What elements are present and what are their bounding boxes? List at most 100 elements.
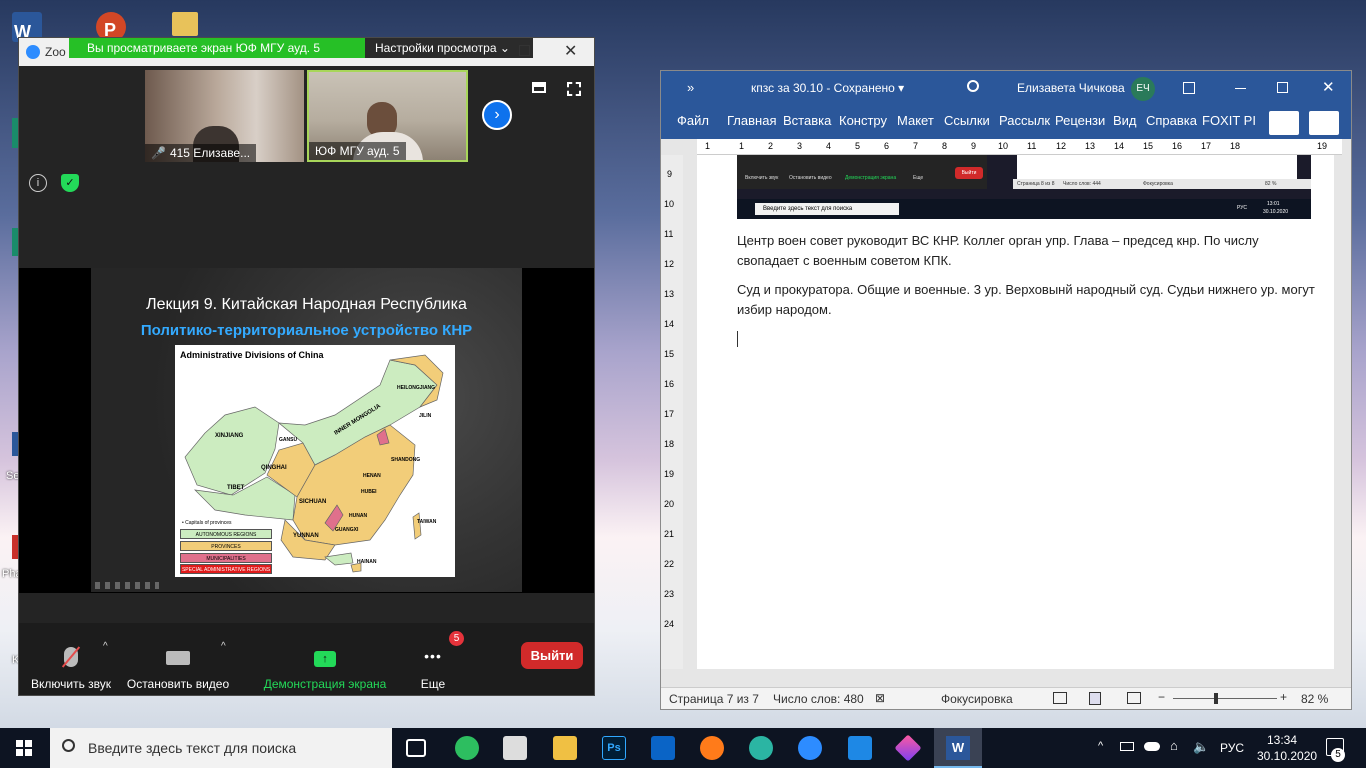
- embedded-btn-more: Еще: [913, 175, 924, 181]
- zoom-out-icon[interactable]: −: [1158, 690, 1165, 704]
- hruler-label-3: 3: [797, 141, 803, 151]
- fullscreen-icon[interactable]: [567, 82, 581, 96]
- edge-icon[interactable]: [749, 736, 773, 760]
- focus-mode[interactable]: Фокусировка: [941, 692, 1013, 706]
- search-icon[interactable]: [967, 80, 979, 92]
- tray-chevron-icon[interactable]: ^: [1098, 740, 1103, 752]
- tab-help[interactable]: Справка: [1146, 113, 1197, 128]
- more-button[interactable]: ••• Еще: [415, 647, 451, 691]
- embedded-zoom: 82 %: [1265, 181, 1277, 187]
- map-label-yunnan: YUNNAN: [293, 533, 319, 539]
- evernote-icon[interactable]: [455, 736, 479, 760]
- slide-subtitle: Политико-территориальное устройство КНР: [140, 322, 473, 339]
- document-page[interactable]: Включить звук Остановить видео Демонстра…: [697, 155, 1334, 669]
- task-view-icon[interactable]: [406, 739, 426, 757]
- network-icon[interactable]: ⌂: [1170, 738, 1178, 753]
- taskbar-search-text: Введите здесь текст для поиска: [88, 740, 297, 756]
- cloud-icon[interactable]: [1144, 742, 1160, 751]
- stop-video-button[interactable]: Остановить видео: [125, 647, 231, 691]
- layout-icon[interactable]: [532, 82, 546, 93]
- close-icon[interactable]: ✕: [564, 41, 577, 61]
- language-indicator[interactable]: РУС: [1220, 741, 1244, 755]
- comments-icon[interactable]: [1309, 111, 1339, 135]
- gem-app-icon[interactable]: [894, 734, 922, 762]
- zoom-slider[interactable]: [1173, 698, 1277, 699]
- maximize-icon[interactable]: [519, 45, 530, 56]
- firefox-icon[interactable]: [700, 736, 724, 760]
- ribbon-display-icon[interactable]: [1183, 82, 1195, 94]
- word-taskbar-button[interactable]: W: [934, 728, 982, 768]
- start-button[interactable]: [16, 740, 32, 756]
- tab-view[interactable]: Вид: [1113, 113, 1137, 128]
- share-screen-button[interactable]: ↑ Демонстрация экрана: [261, 647, 389, 691]
- participant-name-1-label: 415 Елизаве...: [169, 146, 251, 160]
- embedded-btn-video: Остановить видео: [789, 175, 832, 181]
- zoom-app-icon[interactable]: [798, 736, 822, 760]
- zoom-slider-thumb[interactable]: [1214, 693, 1218, 704]
- clock-time[interactable]: 13:34: [1267, 733, 1297, 747]
- tab-design[interactable]: Констру: [839, 113, 887, 128]
- tab-layout[interactable]: Макет: [897, 113, 934, 128]
- zoom-in-icon[interactable]: +: [1280, 690, 1287, 704]
- security-shield-icon[interactable]: ✓: [61, 174, 79, 192]
- tab-home[interactable]: Главная: [727, 113, 776, 128]
- muted-mic-icon: 🎤: [151, 146, 166, 160]
- close-icon[interactable]: ✕: [1322, 78, 1335, 96]
- hruler-label-6: 6: [884, 141, 890, 151]
- proofing-icon[interactable]: ⊠: [875, 691, 885, 705]
- user-name[interactable]: Елизавета Чичкова: [1017, 81, 1125, 95]
- read-mode-icon[interactable]: [1053, 692, 1067, 704]
- quick-access-icon[interactable]: »: [687, 80, 694, 95]
- tab-insert[interactable]: Вставка: [783, 113, 831, 128]
- user-avatar[interactable]: ЕЧ: [1131, 77, 1155, 101]
- video-options-caret[interactable]: ^: [221, 641, 226, 652]
- store-icon[interactable]: [503, 736, 527, 760]
- embedded-word-count: Число слов: 444: [1063, 181, 1101, 187]
- word-status-bar: Страница 7 из 7 Число слов: 480 ⊠ Фокуси…: [661, 687, 1351, 709]
- page-count[interactable]: Страница 7 из 7: [669, 692, 759, 706]
- battery-icon[interactable]: [1120, 742, 1134, 751]
- slide-controls[interactable]: [95, 582, 159, 589]
- paragraph-1: Центр воен совет руководит ВС КНР. Колле…: [737, 233, 1259, 268]
- share-icon[interactable]: [1269, 111, 1299, 135]
- tab-file[interactable]: Файл: [677, 113, 709, 128]
- desktop-icon-folder[interactable]: [172, 12, 198, 36]
- info-icon[interactable]: i: [29, 174, 47, 192]
- map-label-heilongjiang: HEILONGJIANG: [397, 385, 436, 391]
- participant-name-2: ЮФ МГУ ауд. 5: [309, 142, 406, 160]
- next-participants-button[interactable]: ›: [482, 100, 512, 130]
- vertical-ruler[interactable]: 9 10 11 12 13 14 15 16 17 18 19 20 21 22…: [661, 155, 683, 669]
- view-settings-button[interactable]: Настройки просмотра ⌄: [365, 38, 533, 58]
- stop-video-label: Остановить видео: [126, 677, 230, 691]
- map-label-qinghai: QINGHAI: [261, 465, 287, 471]
- tab-foxit[interactable]: FOXIT PI: [1202, 113, 1256, 128]
- hruler-label-19: 19: [1317, 141, 1328, 151]
- audio-options-caret[interactable]: ^: [103, 641, 108, 652]
- leave-button[interactable]: Выйти: [521, 642, 583, 669]
- maximize-icon[interactable]: [1277, 82, 1288, 93]
- horizontal-ruler[interactable]: 1 1 2 3 4 5 6 7 8 9 10 11 12 13 14 15 16…: [697, 139, 1342, 155]
- unmute-button[interactable]: Включить звук: [29, 646, 113, 691]
- zoom-logo-icon: [26, 45, 40, 59]
- document-title[interactable]: кпзс за 30.10 - Сохранено ▾: [751, 81, 904, 95]
- taskbar-search[interactable]: Введите здесь текст для поиска: [50, 728, 392, 768]
- zoom-level[interactable]: 82 %: [1301, 692, 1328, 706]
- hruler-label-18: 18: [1230, 141, 1241, 151]
- clock-date[interactable]: 30.10.2020: [1257, 749, 1317, 763]
- tab-mailings[interactable]: Рассылк: [999, 113, 1050, 128]
- photoshop-icon[interactable]: Ps: [602, 736, 626, 760]
- participant-video-2[interactable]: ЮФ МГУ ауд. 5: [307, 70, 468, 162]
- minimize-icon[interactable]: [1235, 88, 1246, 89]
- notes-app-icon[interactable]: [848, 736, 872, 760]
- tab-references[interactable]: Ссылки: [944, 113, 990, 128]
- outlook-icon[interactable]: [651, 736, 675, 760]
- print-layout-icon[interactable]: [1089, 692, 1101, 705]
- volume-icon[interactable]: 🔈: [1193, 739, 1209, 755]
- web-layout-icon[interactable]: [1127, 692, 1141, 704]
- word-count[interactable]: Число слов: 480: [773, 692, 864, 706]
- file-explorer-icon[interactable]: [553, 736, 577, 760]
- embedded-screenshot: Включить звук Остановить видео Демонстра…: [737, 155, 1311, 219]
- tab-review[interactable]: Рецензи: [1055, 113, 1105, 128]
- embedded-status: Страница 8 из 8 Число слов: 444 Фокусиро…: [1013, 179, 1311, 189]
- participant-video-1[interactable]: 🎤 415 Елизаве...: [145, 70, 304, 162]
